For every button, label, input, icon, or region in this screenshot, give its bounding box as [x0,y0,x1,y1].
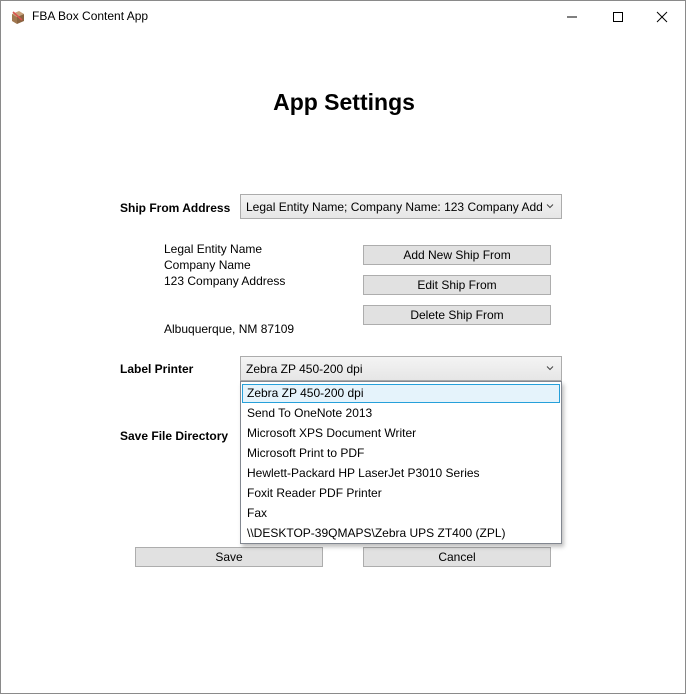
printer-option[interactable]: Hewlett-Packard HP LaserJet P3010 Series [242,464,560,483]
save-button[interactable]: Save [135,547,323,567]
address-city-line: Albuquerque, NM 87109 [164,322,295,336]
title-bar[interactable]: FBA Box Content App [1,1,685,32]
printer-option[interactable]: Zebra ZP 450-200 dpi [242,384,560,403]
label-printer-dropdown-list: Zebra ZP 450-200 dpi Send To OneNote 201… [240,381,562,544]
window-title: FBA Box Content App [32,9,149,23]
label-printer-select[interactable]: Zebra ZP 450-200 dpi [240,356,562,381]
add-ship-from-button[interactable]: Add New Ship From [363,245,551,265]
app-window: FBA Box Content App App Settings Ship Fr… [0,0,686,694]
minimize-button[interactable] [549,1,595,32]
printer-option[interactable]: Send To OneNote 2013 [242,404,560,423]
maximize-icon [613,12,623,22]
printer-option[interactable]: Fax [242,504,560,523]
save-file-directory-label: Save File Directory [120,429,229,443]
ship-from-selected: Legal Entity Name; Company Name: 123 Com… [246,200,543,214]
label-printer-label: Label Printer [120,362,194,376]
cancel-button[interactable]: Cancel [363,547,551,567]
printer-option[interactable]: Microsoft Print to PDF [242,444,560,463]
address-line-1: Legal Entity Name [164,242,263,256]
printer-option[interactable]: Foxit Reader PDF Printer [242,484,560,503]
printer-option[interactable]: Microsoft XPS Document Writer [242,424,560,443]
close-button[interactable] [639,1,685,32]
chevron-down-icon [546,366,554,371]
minimize-icon [567,16,577,18]
chevron-down-icon [546,204,554,209]
page-title: App Settings [273,89,415,115]
close-icon [656,11,668,23]
printer-option[interactable]: \\DESKTOP-39QMAPS\Zebra UPS ZT400 (ZPL) [242,524,560,543]
maximize-button[interactable] [595,1,641,32]
delete-ship-from-button[interactable]: Delete Ship From [363,305,551,325]
label-printer-selected: Zebra ZP 450-200 dpi [246,362,363,376]
ship-from-select[interactable]: Legal Entity Name; Company Name: 123 Com… [240,194,562,219]
address-line-3: 123 Company Address [164,274,286,288]
edit-ship-from-button[interactable]: Edit Ship From [363,275,551,295]
box-app-icon [10,9,26,25]
ship-from-label: Ship From Address [120,201,231,215]
address-line-2: Company Name [164,258,251,272]
